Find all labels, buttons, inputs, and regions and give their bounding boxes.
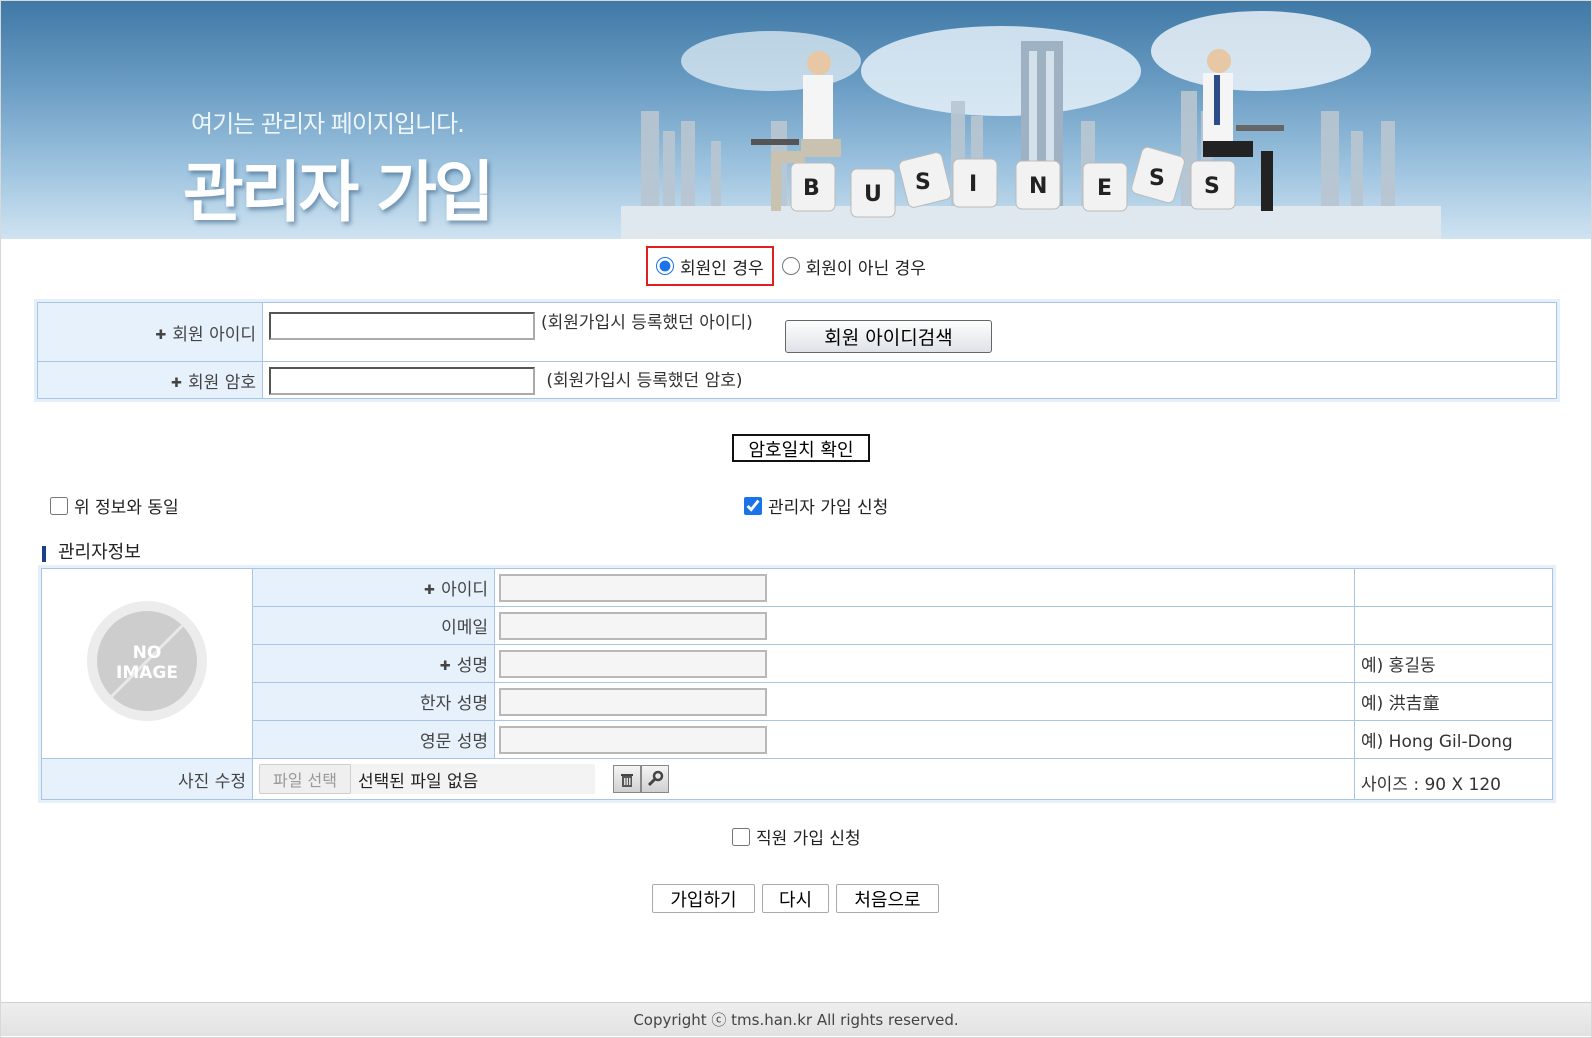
hanja-name-label: 한자 성명 xyxy=(420,694,488,714)
staff-apply-checkbox[interactable] xyxy=(732,827,750,846)
footer: Copyright ⓒ tms.han.kr All rights reserv… xyxy=(1,1002,1591,1036)
radio-non-member[interactable] xyxy=(781,257,800,275)
member-id-input[interactable] xyxy=(269,311,535,340)
english-name-label-cell: 영문 성명 xyxy=(252,720,495,759)
no-image-placeholder: NO IMAGE xyxy=(87,601,207,721)
member-id-search-button[interactable]: 회원 아이디검색 xyxy=(785,319,992,353)
name-label: 성명 xyxy=(456,656,488,676)
hanja-name-input[interactable] xyxy=(499,687,767,716)
banner-letter: N xyxy=(1029,174,1047,199)
reset-button[interactable]: 다시 xyxy=(762,884,829,913)
radio-non-member-option[interactable]: 회원이 아닌 경우 xyxy=(781,254,926,279)
join-button[interactable]: 가입하기 xyxy=(652,884,755,913)
photo-size-note: 사이즈 : 90 X 120 xyxy=(1354,758,1553,800)
required-marker-icon: ✚ xyxy=(155,327,167,343)
hanja-name-field-cell xyxy=(494,682,1355,721)
no-image-text-line1: NO xyxy=(133,643,162,663)
same-as-above-label: 위 정보와 동일 xyxy=(74,498,179,518)
file-status-text: 선택된 파일 없음 xyxy=(358,771,479,792)
name-label-cell: ✚ 성명 xyxy=(252,644,495,683)
banner-letter: I xyxy=(969,172,977,197)
banner-letter: B xyxy=(803,176,820,201)
admin-info-section-title: 관리자정보 xyxy=(42,538,141,564)
member-id-hint: (회원가입시 등록했던 아이디) xyxy=(541,312,753,333)
admin-id-label: 아이디 xyxy=(441,580,488,600)
admin-apply-option[interactable]: 관리자 가입 신청 xyxy=(744,493,888,518)
hanja-name-example: 예) 洪吉童 xyxy=(1354,682,1553,721)
english-name-input[interactable] xyxy=(499,725,767,754)
same-as-above-checkbox[interactable] xyxy=(50,496,68,515)
name-field-cell xyxy=(494,644,1355,683)
english-name-example: 예) Hong Gil-Dong xyxy=(1354,720,1553,759)
admin-info-title: 관리자정보 xyxy=(58,542,141,563)
radio-member[interactable] xyxy=(656,257,674,275)
email-label-cell: 이메일 xyxy=(252,606,495,645)
member-type-choice: 회원인 경우 회원이 아닌 경우 xyxy=(646,246,926,286)
staff-apply-option[interactable]: 직원 가입 신청 xyxy=(732,824,861,849)
photo-edit-label-cell: 사진 수정 xyxy=(41,758,253,800)
radio-member-label: 회원인 경우 xyxy=(680,258,764,279)
required-marker-icon: ✚ xyxy=(439,659,451,674)
required-marker-icon: ✚ xyxy=(171,375,183,391)
member-id-label: 회원 아이디 xyxy=(172,324,256,345)
member-id-field-cell: (회원가입시 등록했던 아이디) 회원 아이디검색 xyxy=(262,302,1557,362)
banner-letter: S xyxy=(915,170,931,195)
password-confirm-button[interactable]: 암호일치 확인 xyxy=(732,434,870,462)
banner-letter: U xyxy=(864,182,882,207)
member-login-table-wrap: ✚ 회원 아이디 (회원가입시 등록했던 아이디) 회원 아이디검색 ✚ 회원 암호… xyxy=(34,299,1560,402)
member-pw-field-cell: (회원가입시 등록했던 암호) xyxy=(262,361,1557,399)
photo-cell: NO IMAGE xyxy=(41,568,253,759)
hanja-name-label-cell: 한자 성명 xyxy=(252,682,495,721)
copyright-text: Copyright ⓒ tms.han.kr All rights reserv… xyxy=(633,1011,959,1029)
email-input[interactable] xyxy=(499,611,767,640)
radio-member-option[interactable]: 회원인 경우 xyxy=(646,246,774,286)
required-marker-icon: ✚ xyxy=(424,583,436,598)
admin-id-input[interactable] xyxy=(499,573,767,602)
banner-letter: E xyxy=(1097,176,1112,201)
member-pw-label-cell: ✚ 회원 암호 xyxy=(37,361,263,399)
member-password-input[interactable] xyxy=(269,366,535,395)
name-input[interactable] xyxy=(499,649,767,678)
banner-letter: S xyxy=(1149,166,1165,191)
trash-icon[interactable] xyxy=(613,765,641,793)
admin-id-label-cell: ✚ 아이디 xyxy=(252,568,495,607)
photo-upload-cell: 파일 선택 선택된 파일 없음 xyxy=(252,758,1355,800)
member-id-label-cell: ✚ 회원 아이디 xyxy=(37,302,263,362)
admin-apply-label: 관리자 가입 신청 xyxy=(768,498,889,518)
banner-letter: S xyxy=(1204,174,1220,199)
email-label: 이메일 xyxy=(441,618,488,638)
same-as-above-option[interactable]: 위 정보와 동일 xyxy=(50,493,179,518)
business-banner-illustration: B U S I N E S S xyxy=(621,11,1441,239)
english-name-label: 영문 성명 xyxy=(420,732,488,752)
email-field-cell xyxy=(494,606,1355,645)
admin-id-example xyxy=(1354,568,1553,607)
file-input[interactable]: 파일 선택 선택된 파일 없음 xyxy=(259,764,595,794)
member-login-table: ✚ 회원 아이디 (회원가입시 등록했던 아이디) 회원 아이디검색 ✚ 회원 암호… xyxy=(37,302,1557,399)
admin-info-table: NO IMAGE ✚ 아이디 이메일 ✚ 성명 예) 홍길동 한자 성명 예) … xyxy=(41,568,1553,800)
wrench-icon[interactable] xyxy=(641,765,669,793)
admin-id-field-cell xyxy=(494,568,1355,607)
admin-info-table-wrap: NO IMAGE ✚ 아이디 이메일 ✚ 성명 예) 홍길동 한자 성명 예) … xyxy=(38,565,1556,803)
header-banner: 여기는 관리자 페이지입니다. 관리자 가입 B U S I N E S S xyxy=(1,1,1591,239)
banner-subtitle: 여기는 관리자 페이지입니다. xyxy=(191,110,465,138)
file-select-button[interactable]: 파일 선택 xyxy=(259,764,351,794)
english-name-field-cell xyxy=(494,720,1355,759)
member-pw-label: 회원 암호 xyxy=(188,372,256,393)
banner-title: 관리자 가입 xyxy=(183,154,495,231)
staff-apply-label: 직원 가입 신청 xyxy=(756,829,861,849)
photo-edit-label: 사진 수정 xyxy=(178,771,246,792)
section-bar-icon xyxy=(42,546,46,562)
name-example: 예) 홍길동 xyxy=(1354,644,1553,683)
home-button[interactable]: 처음으로 xyxy=(836,884,939,913)
no-image-text-line2: IMAGE xyxy=(116,663,178,683)
radio-non-member-label: 회원이 아닌 경우 xyxy=(805,258,926,279)
member-pw-hint: (회원가입시 등록했던 암호) xyxy=(546,370,743,391)
email-example xyxy=(1354,606,1553,645)
admin-apply-checkbox[interactable] xyxy=(744,496,762,515)
